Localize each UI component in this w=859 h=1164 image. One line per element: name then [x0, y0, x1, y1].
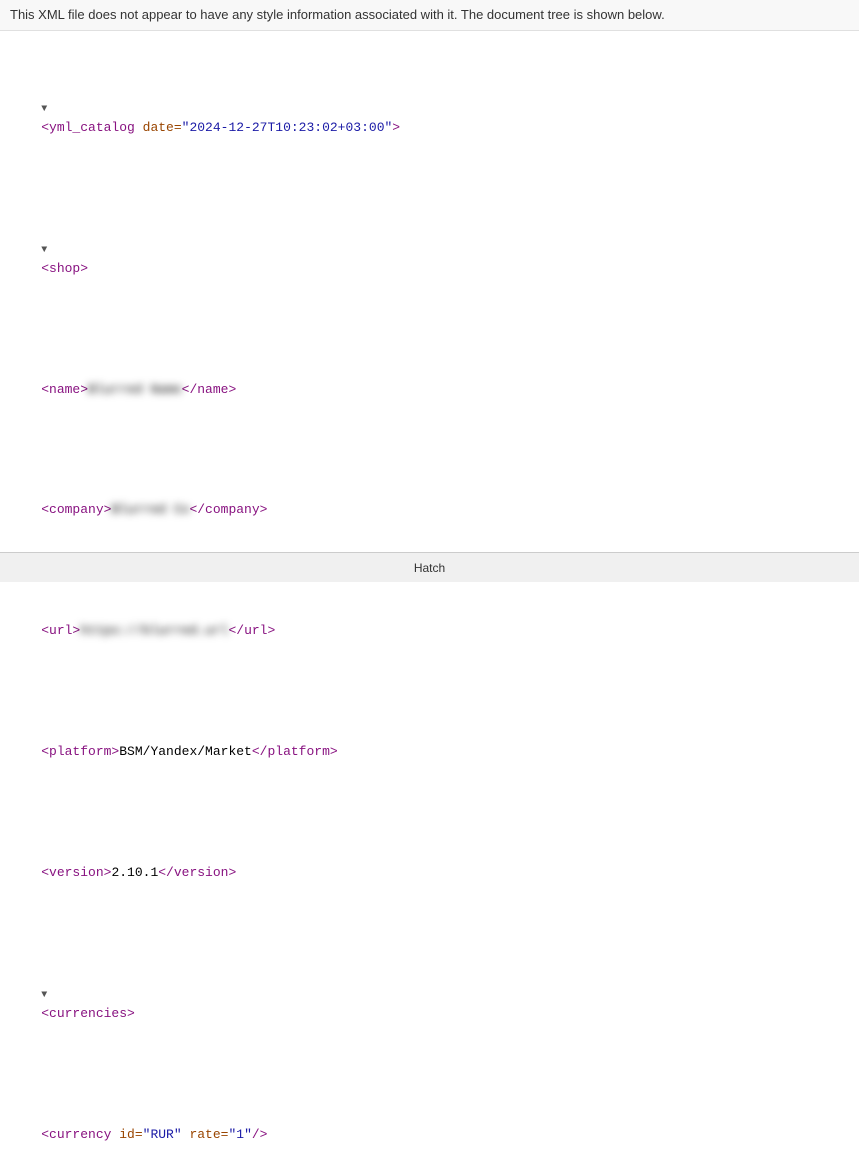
- triangle-yml[interactable]: ▼: [41, 104, 47, 115]
- platform-text: BSM/Yandex/Market: [119, 744, 252, 759]
- blurred-url: https://blurred.url: [80, 621, 228, 641]
- blurred-name: Blurred Name: [88, 380, 182, 400]
- version-text: 2.10.1: [111, 865, 158, 880]
- xml-tag-shop: <shop>: [41, 261, 88, 276]
- triangle-currencies[interactable]: ▼: [41, 990, 47, 1001]
- info-text: This XML file does not appear to have an…: [10, 7, 665, 22]
- blurred-company: Blurred Co: [111, 500, 189, 520]
- triangle-shop[interactable]: ▼: [41, 245, 47, 256]
- footer: Hatch: [0, 552, 859, 582]
- xml-viewer: ▼ <yml_catalog date="2024-12-27T10:23:02…: [0, 31, 859, 1164]
- info-bar: This XML file does not appear to have an…: [0, 0, 859, 31]
- footer-label: Hatch: [414, 561, 445, 575]
- xml-tag-yml: <yml_catalog: [41, 120, 142, 135]
